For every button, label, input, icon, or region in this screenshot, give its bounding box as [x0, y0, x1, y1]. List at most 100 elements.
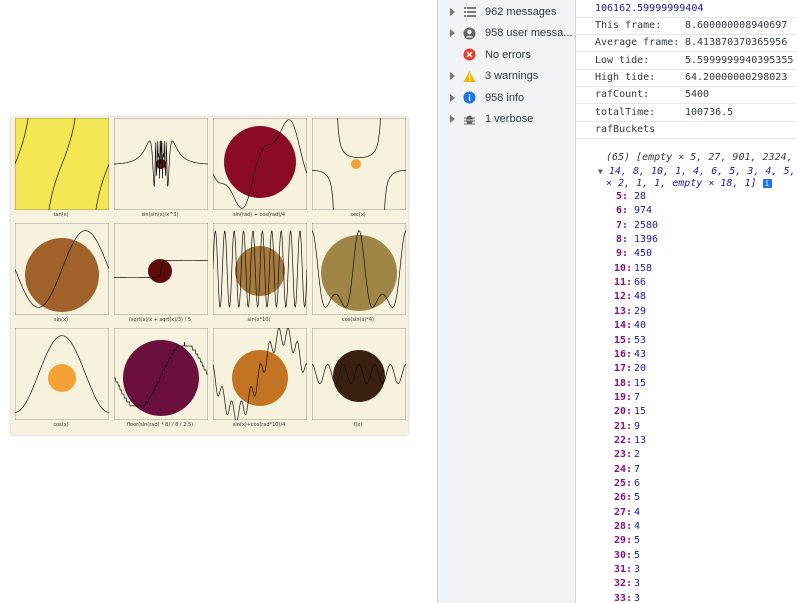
expand-arrow-icon[interactable]	[450, 29, 455, 37]
bucket-key: 24:	[614, 463, 633, 475]
stat-row: Low tide: 5.5999999940395355	[576, 52, 797, 70]
plot-grid: tan(x) sin(sin(x)/x^3) sin(rad) + cos(rad)…	[11, 117, 408, 435]
plot-cell: floor(sin(rad) * 8) / 8 / 2.5)	[112, 328, 208, 433]
bucket-key: 8:	[615, 234, 628, 246]
bucket-key: 15:	[614, 334, 633, 346]
bucket-value: 5	[634, 492, 641, 504]
bucket-key: 20:	[614, 406, 633, 418]
error-icon	[463, 48, 476, 61]
sidebar-item-label: 3 warnings	[485, 70, 539, 82]
plot-cell: f(x)	[310, 328, 406, 433]
bucket-key: 11:	[614, 277, 633, 289]
stat-value: 64.20000000298023	[685, 71, 788, 83]
stat-value: 8.413870370365956	[685, 37, 788, 49]
bucket-key: 16:	[614, 348, 633, 360]
sidebar-item-bug[interactable]: 1 verbose	[438, 109, 575, 130]
plot-canvas	[312, 328, 406, 420]
bucket-value: 4	[634, 506, 641, 518]
stat-value: 8.600000008940697	[685, 20, 788, 31]
bucket-value: 3	[634, 564, 641, 576]
plot-canvas	[114, 328, 208, 420]
sidebar-item-user[interactable]: 958 user messa...	[438, 23, 575, 44]
top-value: 106162.59999999404	[595, 3, 704, 14]
bucket-value: 5	[634, 535, 641, 547]
bucket-value: 3	[634, 578, 641, 590]
bucket-value: 28	[634, 191, 647, 202]
bucket-key: 5:	[615, 191, 628, 202]
raf-buckets-label: rafBuckets	[595, 124, 656, 135]
bucket-key: 19:	[614, 391, 633, 403]
bucket-value: 29	[634, 305, 647, 317]
plot-canvas	[312, 118, 406, 210]
stat-value: 5400	[685, 89, 710, 101]
bucket-key: 13:	[614, 305, 633, 317]
raf-buckets-row: rafBuckets	[576, 121, 797, 139]
bucket-value: 2	[634, 449, 641, 461]
info-badge-icon[interactable]: i	[762, 179, 772, 188]
plot-circle	[351, 159, 361, 169]
expand-arrow-icon[interactable]	[450, 115, 455, 123]
plot-caption: tan(x)	[53, 212, 69, 218]
stat-key: This frame:	[595, 20, 662, 31]
array-line-2[interactable]: ▼ 14, 8, 10, 1, 4, 6, 5, 3, 4, 5,	[598, 166, 796, 177]
sidebar-item-error[interactable]: No errors	[438, 44, 575, 65]
sidebar-item-label: 958 info	[485, 91, 525, 104]
bucket-value: 2580	[634, 219, 659, 231]
plot-caption: sin(sin(x)/x^3)	[141, 212, 179, 218]
info-icon	[463, 91, 476, 104]
bucket-key: 23:	[614, 449, 633, 461]
sidebar-item-label: 958 user messa...	[485, 27, 573, 39]
plot-cell: sin(x)+cos(rad*10)/4	[211, 328, 307, 433]
plot-circle	[232, 350, 288, 406]
bucket-key: 29:	[614, 535, 633, 547]
bucket-key: 27:	[614, 506, 633, 518]
plot-circle	[25, 238, 99, 312]
stat-value: 5.5999999940395355	[685, 54, 794, 66]
bucket-key: 10:	[614, 262, 633, 274]
bucket-value: 158	[634, 262, 653, 274]
plot-cell: tan(x)	[13, 118, 109, 223]
plot-cell: sin(rad) + cos(rad)/4	[211, 118, 307, 223]
plot-caption: (sqrt(x)/x + sqrt(x)/3) / 5	[128, 317, 192, 323]
sidebar-item-info[interactable]: 958 info	[438, 87, 575, 108]
sidebar-item-label: No errors	[485, 48, 531, 61]
bucket-value: 4	[634, 521, 641, 533]
bucket-value: 7	[634, 463, 641, 475]
plot-canvas	[213, 118, 307, 210]
bucket-key: 21:	[614, 420, 633, 432]
plot-caption: cos(sin(x)*4)	[341, 317, 375, 323]
bucket-key: 30:	[614, 549, 633, 561]
plot-canvas	[114, 118, 208, 210]
array-line-3: × 2, 1, 1, empty × 18, 1] i	[606, 178, 772, 189]
plot-caption: sin(x)+cos(rad*10)/4	[232, 422, 286, 428]
bucket-key: 9:	[615, 248, 628, 260]
expand-arrow-icon[interactable]	[450, 72, 455, 80]
stat-key: rafCount:	[595, 89, 650, 101]
expand-arrow-icon[interactable]	[450, 93, 455, 102]
console-sidebar: 962 messages 958 user messa... No errors 3 …	[438, 0, 576, 603]
bucket-key: 26:	[614, 492, 633, 504]
expand-arrow-icon[interactable]	[450, 7, 455, 16]
stat-row: High tide: 64.20000000298023	[576, 69, 797, 87]
stat-key: High tide:	[595, 71, 656, 83]
plot-canvas	[312, 223, 406, 315]
plot-canvas	[15, 328, 109, 420]
bucket-value: 5	[634, 549, 641, 561]
stat-row: This frame: 8.600000008940697	[576, 17, 797, 35]
plot-canvas	[15, 223, 109, 315]
plot-cell: sin(x*10)	[211, 223, 307, 328]
plot-circle	[224, 126, 296, 198]
bucket-key: 28:	[614, 521, 633, 533]
bucket-value: 43	[634, 348, 647, 360]
sidebar-item-list[interactable]: 962 messages	[438, 1, 575, 22]
bucket-value: 1396	[634, 234, 659, 246]
expand-triangle-icon[interactable]: ▼	[598, 167, 603, 176]
bucket-key: 32:	[614, 578, 633, 590]
bucket-key: 14:	[614, 320, 633, 332]
stat-row: totalTime: 100736.5	[576, 104, 797, 122]
bucket-value: 450	[634, 248, 653, 260]
plot-cell: sec(x)	[310, 118, 406, 223]
sidebar-item-warning[interactable]: 3 warnings	[438, 66, 575, 87]
bucket-value: 3	[634, 592, 641, 603]
preview-panel: tan(x) sin(sin(x)/x^3) sin(rad) + cos(rad)…	[0, 0, 438, 603]
